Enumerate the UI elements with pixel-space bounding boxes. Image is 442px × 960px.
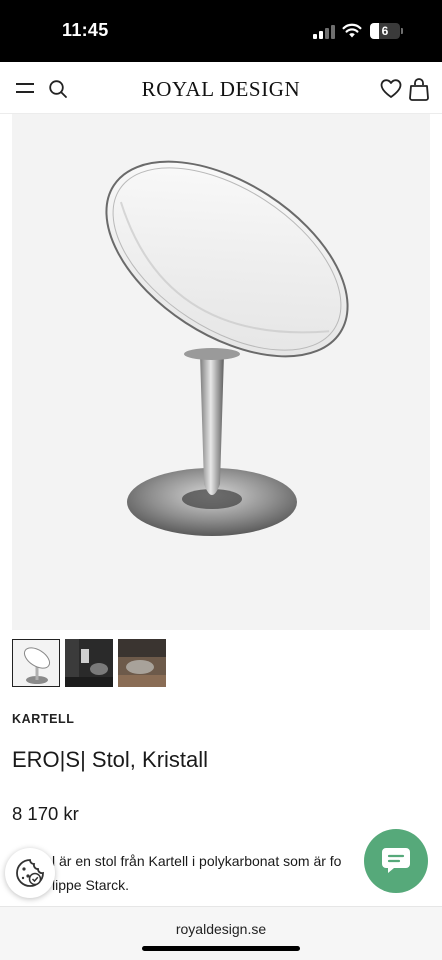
cookie-icon <box>16 859 44 887</box>
thumbnail-1[interactable] <box>12 639 60 687</box>
description-line-2: lippe Starck. <box>52 877 130 893</box>
product-title: ERO|S| Stol, Kristall <box>12 747 209 772</box>
shopping-bag-icon[interactable] <box>408 77 430 101</box>
cookie-settings-button[interactable] <box>5 848 55 898</box>
chat-button[interactable] <box>364 829 428 893</box>
product-main-image[interactable] <box>12 114 430 630</box>
wifi-icon <box>342 22 362 38</box>
status-bar: 11:45 6 <box>0 0 442 62</box>
battery-cap <box>401 28 403 34</box>
product-price: 8 170 kr <box>12 803 79 824</box>
brand-logo[interactable]: ROYAL DESIGN <box>0 77 442 102</box>
browser-url-bar[interactable]: royaldesign.se <box>0 906 442 960</box>
product-brand[interactable]: KARTELL <box>12 712 75 726</box>
chat-bubble-icon <box>382 848 410 873</box>
site-header: ROYAL DESIGN <box>0 62 442 114</box>
home-indicator[interactable] <box>142 946 300 951</box>
battery-icon: 6 <box>370 23 400 39</box>
thumbnail-3[interactable] <box>118 639 166 687</box>
url-text[interactable]: royaldesign.se <box>0 921 442 937</box>
heart-icon[interactable] <box>380 78 402 100</box>
description-line-1: l är en stol från Kartell i polykarbonat… <box>52 853 342 869</box>
battery-level: 6 <box>381 24 389 38</box>
status-time: 11:45 <box>62 20 109 40</box>
thumbnail-2[interactable] <box>65 639 113 687</box>
signal-bars-icon <box>313 25 335 39</box>
product-description: l är en stol från Kartell i polykarbonat… <box>12 849 384 897</box>
